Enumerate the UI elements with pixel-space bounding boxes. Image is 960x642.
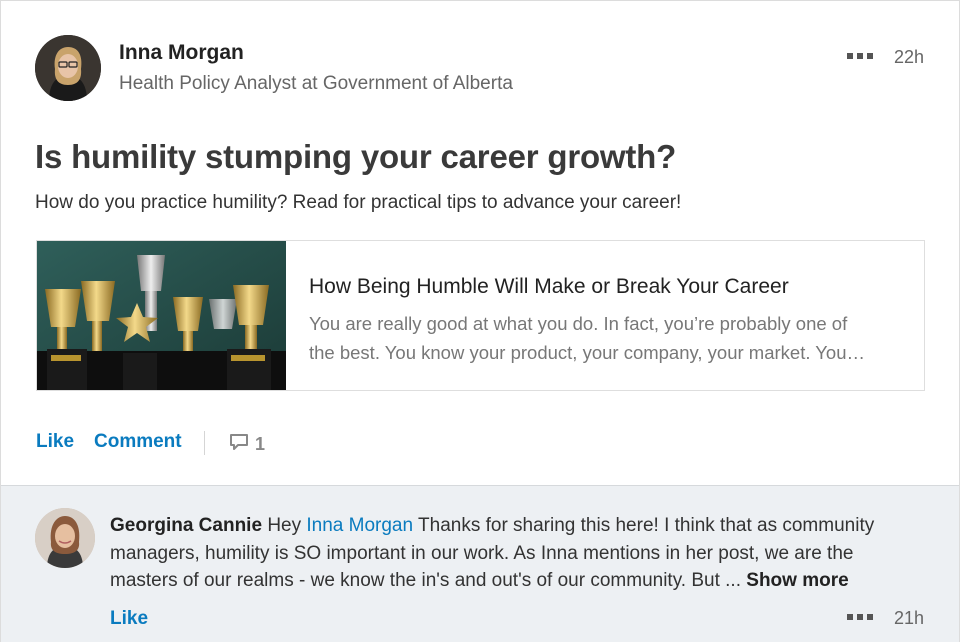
post-title: Is humility stumping your career growth? bbox=[35, 138, 677, 175]
comment-more-options-icon[interactable] bbox=[847, 614, 873, 620]
comment-line: Thanks for sharing this here! I think th… bbox=[418, 515, 875, 536]
trophies-image[interactable] bbox=[37, 241, 286, 390]
comment-mention-link[interactable]: Inna Morgan bbox=[306, 515, 413, 536]
more-options-icon[interactable] bbox=[847, 53, 873, 59]
comment-count-value: 1 bbox=[255, 434, 266, 454]
comment-section: Georgina Cannie Hey Inna Morgan Thanks f… bbox=[1, 485, 959, 642]
article-description-line: You are really good at what you do. In f… bbox=[309, 313, 848, 334]
post-text: How do you practice humility? Read for p… bbox=[35, 192, 682, 213]
show-more-link[interactable]: Show more bbox=[746, 570, 848, 591]
comment-bubble-icon bbox=[229, 433, 249, 456]
comment-prefix: Hey bbox=[267, 515, 302, 536]
author-name[interactable]: Inna Morgan bbox=[119, 41, 244, 65]
article-description: You are really good at what you do. In f… bbox=[309, 309, 909, 367]
comment-count[interactable]: 1 bbox=[229, 433, 265, 456]
article-description-line: the best. You know your product, your co… bbox=[309, 342, 866, 363]
comment-line: masters of our realms - we know the in's… bbox=[110, 570, 741, 591]
comment-like-button[interactable]: Like bbox=[110, 608, 148, 630]
action-divider bbox=[204, 431, 205, 455]
commenter-name[interactable]: Georgina Cannie bbox=[110, 515, 262, 536]
author-avatar[interactable] bbox=[35, 35, 101, 101]
like-button[interactable]: Like bbox=[36, 431, 74, 453]
comment-button[interactable]: Comment bbox=[94, 431, 182, 453]
comment-line: managers, humility is SO important in ou… bbox=[110, 542, 854, 564]
feed-post-card: Inna Morgan Health Policy Analyst at Gov… bbox=[0, 0, 960, 642]
article-preview[interactable]: How Being Humble Will Make or Break Your… bbox=[36, 240, 925, 391]
post-timestamp: 22h bbox=[894, 47, 925, 67]
comment-timestamp: 21h bbox=[894, 608, 925, 628]
commenter-avatar[interactable] bbox=[35, 508, 95, 568]
article-title[interactable]: How Being Humble Will Make or Break Your… bbox=[309, 275, 789, 299]
comment-text: Georgina Cannie Hey Inna Morgan Thanks f… bbox=[110, 512, 910, 595]
author-headline: Health Policy Analyst at Government of A… bbox=[119, 73, 513, 94]
